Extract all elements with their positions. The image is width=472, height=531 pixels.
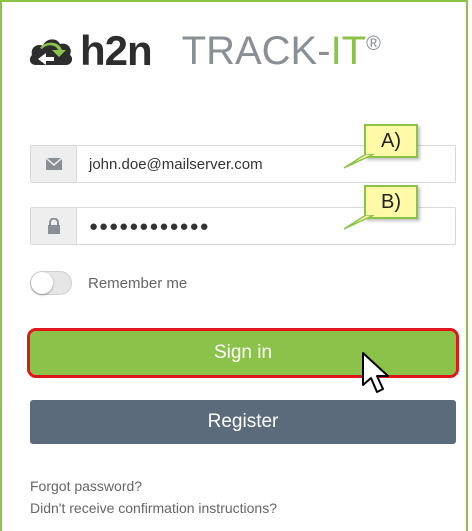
sign-in-button[interactable]: Sign in (27, 328, 459, 378)
mouse-cursor-icon (362, 352, 389, 393)
callout-pointer-a (343, 154, 375, 169)
callout-label-b: B) (364, 185, 418, 219)
app-logo: h2n TRACK-IT® (28, 26, 381, 76)
product-name: TRACK-IT® (182, 31, 381, 71)
registered-mark: ® (366, 33, 381, 55)
remember-me-toggle[interactable] (30, 271, 72, 295)
cloud-logo-icon (29, 39, 73, 65)
login-panel (0, 0, 468, 531)
password-value: ●●●●●●●●●●●● (89, 217, 210, 235)
toggle-knob (31, 272, 53, 294)
help-links: Forgot password? Didn't receive confirma… (30, 475, 277, 519)
envelope-icon (45, 158, 62, 170)
callout-label-a: A) (364, 124, 418, 158)
email-value: john.doe@mailserver.com (89, 155, 263, 173)
product-name-accent: IT (330, 29, 367, 73)
product-name-main: TRACK- (181, 29, 331, 73)
remember-me-row: Remember me (30, 268, 187, 298)
lock-icon (47, 218, 60, 234)
confirmation-instructions-link[interactable]: Didn't receive confirmation instructions… (30, 497, 277, 519)
forgot-password-link[interactable]: Forgot password? (30, 475, 277, 497)
brand-name: h2n (80, 27, 153, 74)
email-addon (31, 146, 77, 182)
callout-pointer-b (343, 215, 375, 230)
password-addon (31, 208, 77, 244)
remember-me-label: Remember me (88, 274, 188, 292)
register-button[interactable]: Register (30, 400, 456, 444)
